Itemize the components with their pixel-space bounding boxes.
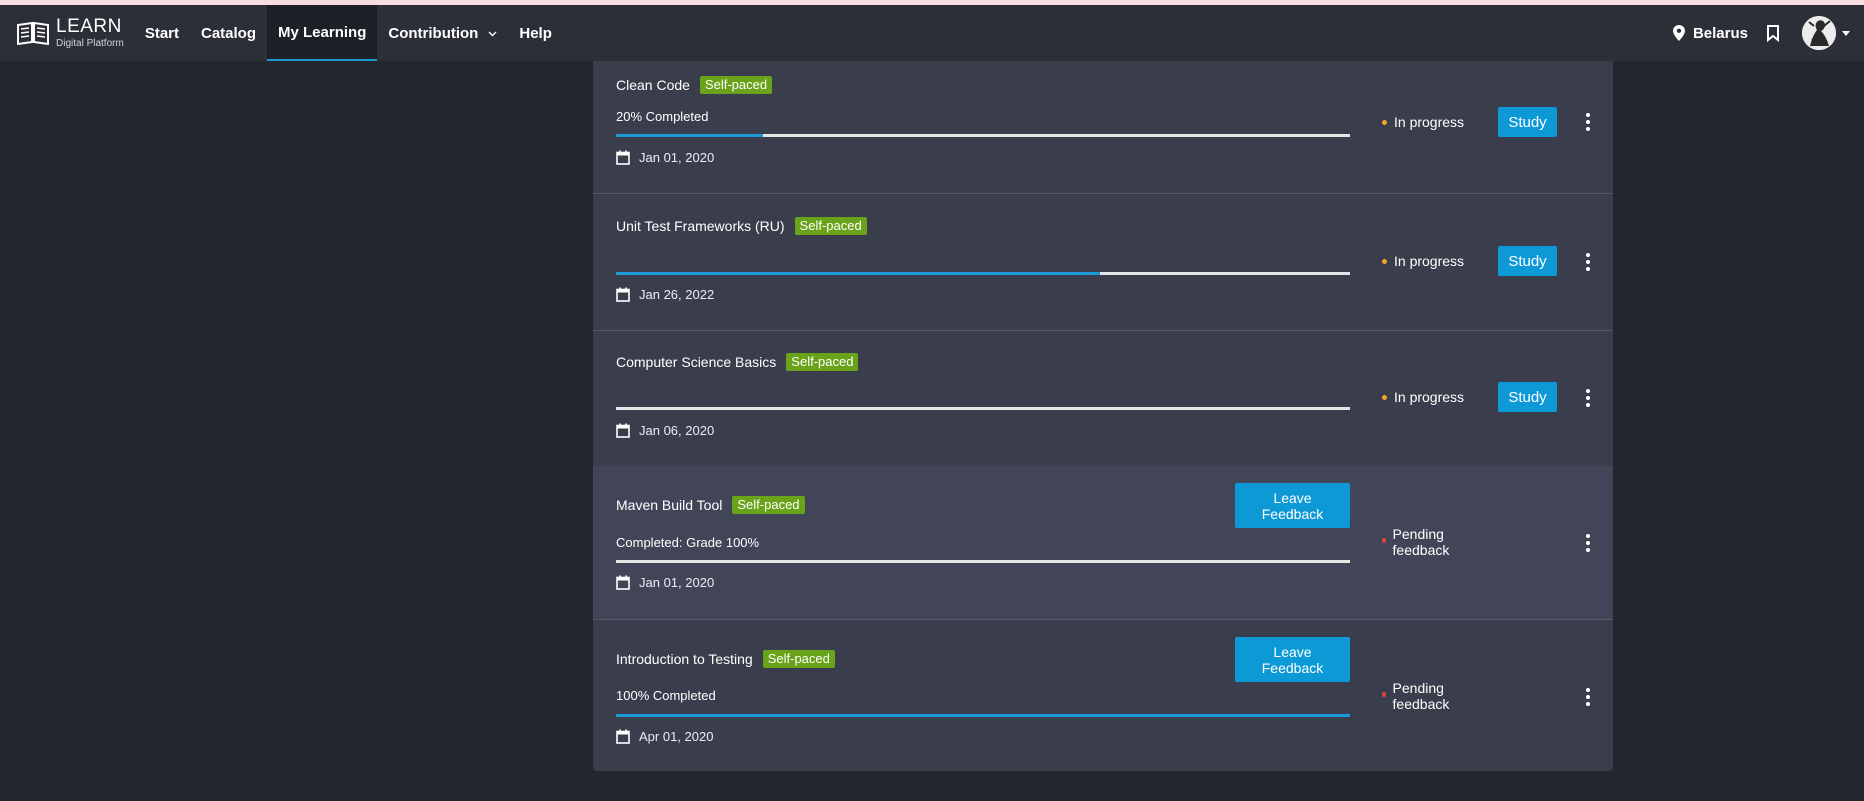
course-title[interactable]: Computer Science Basics xyxy=(616,354,776,370)
course-card: Unit Test Frameworks (RU) Self-paced Jan… xyxy=(593,194,1613,330)
status-dot xyxy=(1382,120,1387,125)
more-options-icon[interactable] xyxy=(1583,253,1593,271)
progress-bar xyxy=(616,272,1350,275)
status-dot xyxy=(1382,395,1387,400)
user-menu[interactable] xyxy=(1802,16,1850,50)
location-pin-icon xyxy=(1672,25,1685,41)
status-label: In progress xyxy=(1394,253,1465,269)
nav-item-start[interactable]: Start xyxy=(134,5,190,61)
self-paced-badge: Self-paced xyxy=(732,496,805,514)
calendar-icon xyxy=(616,729,630,744)
my-learning-course-list: Clean Code Self-paced 20% Completed Jan … xyxy=(593,61,1613,771)
self-paced-badge: Self-paced xyxy=(786,353,859,371)
self-paced-badge: Self-paced xyxy=(794,217,867,235)
nav-item-my-learning[interactable]: My Learning xyxy=(267,5,378,61)
study-button[interactable]: Study xyxy=(1498,107,1557,137)
calendar-icon xyxy=(616,423,630,438)
caret-down-icon xyxy=(1842,30,1850,36)
book-logo-icon xyxy=(17,21,49,46)
course-title[interactable]: Clean Code xyxy=(616,77,690,93)
course-date: Apr 01, 2020 xyxy=(639,729,714,744)
course-title[interactable]: Maven Build Tool xyxy=(616,497,722,513)
course-date: Jan 26, 2022 xyxy=(639,287,715,302)
course-card: Maven Build Tool Self-paced Leave Feedba… xyxy=(593,466,1613,619)
calendar-icon xyxy=(616,287,630,302)
status-dot xyxy=(1382,538,1386,543)
avatar-image-icon xyxy=(1802,16,1836,50)
status-label: In progress xyxy=(1394,114,1465,130)
chevron-down-icon xyxy=(488,31,497,36)
calendar-icon xyxy=(616,150,630,165)
nav-item-contribution[interactable]: Contribution xyxy=(377,5,508,61)
progress-fill xyxy=(616,714,1350,717)
progress-fill xyxy=(616,134,763,137)
location-label: Belarus xyxy=(1692,24,1748,42)
progress-label: 20% Completed xyxy=(616,109,709,124)
bookmark-icon xyxy=(1767,24,1779,42)
nav-item-catalog[interactable]: Catalog xyxy=(190,5,267,61)
course-card: Clean Code Self-paced 20% Completed Jan … xyxy=(593,61,1613,193)
more-options-icon[interactable] xyxy=(1583,389,1593,407)
course-title[interactable]: Unit Test Frameworks (RU) xyxy=(616,218,785,234)
study-button[interactable]: Study xyxy=(1498,382,1557,412)
nav-item-contribution-label: Contribution xyxy=(388,24,479,42)
logo-title: LEARN xyxy=(56,16,122,37)
progress-bar xyxy=(616,560,1350,563)
status-indicator: Pending feedback xyxy=(1382,526,1472,558)
progress-bar xyxy=(616,134,1350,137)
progress-label: 100% Completed xyxy=(616,688,716,703)
study-button[interactable]: Study xyxy=(1498,246,1557,276)
more-options-icon[interactable] xyxy=(1583,688,1593,706)
course-date: Jan 01, 2020 xyxy=(639,150,715,165)
course-card: Introduction to Testing Self-paced Leave… xyxy=(593,620,1613,771)
status-label: Pending feedback xyxy=(1392,526,1450,558)
status-indicator: Pending feedback xyxy=(1382,680,1472,712)
leave-feedback-button[interactable]: Leave Feedback xyxy=(1235,637,1350,682)
progress-bar xyxy=(616,714,1350,717)
logo[interactable]: LEARN Digital Platform xyxy=(16,17,124,49)
progress-fill xyxy=(616,272,1101,275)
logo-subtitle: Digital Platform xyxy=(56,38,124,49)
status-dot xyxy=(1382,692,1386,697)
calendar-icon xyxy=(616,575,630,590)
leave-feedback-button[interactable]: Leave Feedback xyxy=(1235,483,1350,528)
self-paced-badge: Self-paced xyxy=(762,650,835,668)
status-indicator: In progress xyxy=(1382,253,1464,269)
location-selector[interactable]: Belarus xyxy=(1672,24,1748,42)
self-paced-badge: Self-paced xyxy=(699,76,773,94)
nav-item-help[interactable]: Help xyxy=(508,5,563,61)
progress-bar xyxy=(616,407,1350,410)
status-label: Pending feedback xyxy=(1392,680,1450,712)
more-options-icon[interactable] xyxy=(1583,113,1593,131)
status-label: In progress xyxy=(1394,389,1465,405)
progress-label: Completed: Grade 100% xyxy=(616,535,760,550)
bookmarks-button[interactable] xyxy=(1766,24,1780,42)
avatar xyxy=(1802,16,1836,50)
course-date: Jan 06, 2020 xyxy=(639,423,715,438)
status-indicator: In progress xyxy=(1382,389,1464,405)
course-card: Computer Science Basics Self-paced Jan 0… xyxy=(593,331,1613,466)
course-title[interactable]: Introduction to Testing xyxy=(616,651,753,667)
top-navbar: LEARN Digital Platform Start Catalog My … xyxy=(0,5,1864,61)
status-indicator: In progress xyxy=(1382,114,1464,130)
status-dot xyxy=(1382,259,1387,264)
course-date: Jan 01, 2020 xyxy=(639,575,715,590)
more-options-icon[interactable] xyxy=(1583,534,1593,552)
